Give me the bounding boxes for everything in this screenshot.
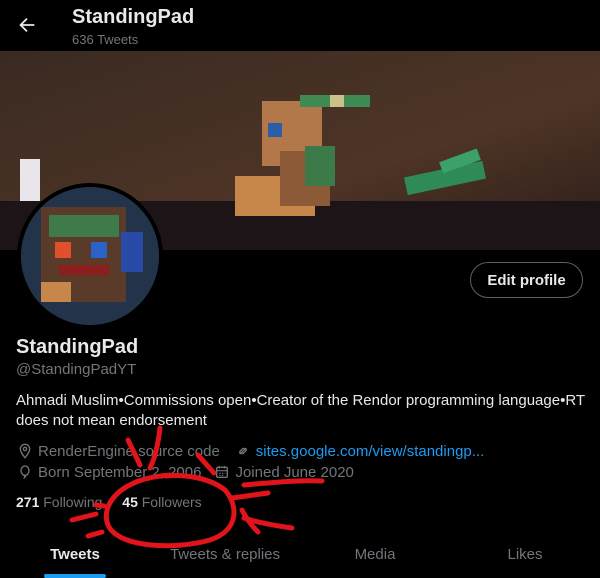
back-button[interactable] [14,12,40,38]
joined-text: Joined June 2020 [235,463,354,481]
location-icon [16,442,34,460]
profile-tabs: Tweets Tweets & replies Media Likes [0,536,600,578]
following-label: Following [43,494,103,510]
birthday-text: Born September 2, 2006 [38,463,202,481]
tweet-count: 636 Tweets [72,32,139,47]
back-arrow-icon [19,17,35,33]
edit-profile-button[interactable]: Edit profile [470,262,583,298]
header-title: StandingPad [72,6,195,28]
following-count: 271 [16,494,40,510]
calendar-icon [213,463,231,481]
follow-counts: 271 Following 45 Followers [16,494,202,510]
user-handle: @StandingPadYT [16,361,137,378]
tab-tweets[interactable]: Tweets [0,536,150,578]
tab-likes[interactable]: Likes [450,536,600,578]
tab-tweets-replies[interactable]: Tweets & replies [150,536,300,578]
link-icon [234,442,252,460]
website-link[interactable]: sites.google.com/view/standingp... [256,443,484,460]
profile-meta-row-2: Born September 2, 2006 Joined June 2020 [16,463,354,481]
profile-meta-row: RenderEngine source code sites.google.co… [16,442,484,460]
location-text: RenderEngine source code [38,442,220,460]
avatar[interactable] [17,183,163,329]
tab-media[interactable]: Media [300,536,450,578]
balloon-icon [16,463,34,481]
followers-link[interactable]: 45 Followers [122,494,201,510]
followers-count: 45 [122,494,138,510]
profile-header: StandingPad 636 Tweets [0,0,600,51]
display-name: StandingPad [16,336,139,358]
followers-label: Followers [141,494,202,510]
following-link[interactable]: 271 Following [16,494,102,510]
profile-bio: Ahmadi Muslim•Commissions open•Creator o… [16,392,585,429]
